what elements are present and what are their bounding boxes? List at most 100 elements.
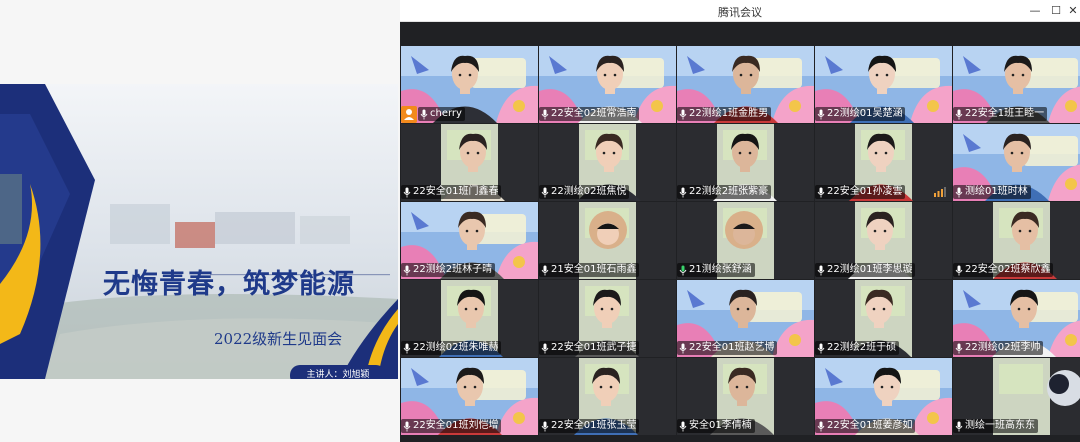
microphone-icon: [403, 187, 411, 197]
participant-tile[interactable]: 22安全01班赵艺博: [677, 280, 814, 357]
microphone-icon: [955, 421, 963, 431]
microphone-icon: [679, 343, 687, 353]
microphone-icon: [817, 421, 825, 431]
participant-tile[interactable]: 22安全01班武子捷: [539, 280, 676, 357]
participant-name-bar: 22安全01班武子捷: [539, 341, 640, 355]
participant-name: 22安全01孙凌雲: [827, 186, 903, 197]
participant-name-bar: cherry: [418, 107, 465, 121]
slide-subtitle: 2022级新生见面会: [214, 330, 343, 348]
microphone-icon: [955, 109, 963, 119]
microphone-icon: [403, 265, 411, 275]
participant-name-bar: 22安全01孙凌雲: [815, 185, 906, 199]
participant-name-bar: 22安全01班赵艺博: [677, 341, 778, 355]
participant-tile[interactable]: 22安全01班张玉莹: [539, 358, 676, 435]
participant-name: 22测绘02班李帅: [965, 342, 1041, 353]
participant-name: cherry: [430, 108, 462, 119]
speaker-label: 主讲人：刘旭颖: [290, 365, 386, 379]
participant-name: 21测绘张舒涵: [689, 264, 752, 275]
microphone-icon: [679, 187, 687, 197]
microphone-icon: [817, 109, 825, 119]
participant-name-bar: 22安全02班常浩南: [539, 107, 640, 121]
participant-name: 安全01李倩楠: [689, 420, 752, 431]
participant-tile[interactable]: 22测绘01吴楚涵: [815, 46, 952, 123]
presentation-slide: 无悔青春，筑梦能源 2022级新生见面会 主讲人：刘旭颖: [0, 84, 398, 379]
minimize-button[interactable]: —: [1026, 2, 1044, 20]
participant-tile[interactable]: 22安全01班刘恺增: [401, 358, 538, 435]
meeting-window: 腾讯会议 — ☐ ✕ cherry 22安全02班常浩南 22测绘1班金胜男 22测绘…: [400, 0, 1080, 442]
participant-name: 22测绘2班于硕: [827, 342, 897, 353]
participant-tile[interactable]: 22测绘02班李帅: [953, 280, 1080, 357]
participant-name: 22安全01班门鑫春: [413, 186, 499, 197]
participant-tile[interactable]: 21安全01班石雨鑫: [539, 202, 676, 279]
participant-name-bar: 22安全1班王睦一: [953, 107, 1048, 121]
participant-name-bar: 22测绘2班林子晴: [401, 263, 496, 277]
microphone-icon: [403, 421, 411, 431]
participant-tile[interactable]: 测绘01班时林: [953, 124, 1080, 201]
participant-name-bar: 安全01李倩楠: [677, 419, 755, 433]
participant-name: 22安全01班姜彦如: [827, 420, 913, 431]
participant-name-bar: 22测绘02班朱唯赫: [401, 341, 502, 355]
participant-name: 22测绘02班朱唯赫: [413, 342, 499, 353]
participant-tile[interactable]: 22测绘2班张紫豪: [677, 124, 814, 201]
participant-name-bar: 22安全01班刘恺增: [401, 419, 502, 433]
microphone-icon: [541, 343, 549, 353]
participant-tile[interactable]: 22安全01班姜彦如: [815, 358, 952, 435]
participant-name-bar: 22测绘02班焦悦: [539, 185, 630, 199]
participant-tile[interactable]: 22安全01班门鑫春: [401, 124, 538, 201]
network-signal-icon: [934, 187, 946, 197]
participant-name: 22测绘2班张紫豪: [689, 186, 769, 197]
participant-tile[interactable]: 22测绘2班林子晴: [401, 202, 538, 279]
participant-name-bar: 测绘一班高东东: [953, 419, 1038, 433]
window-title: 腾讯会议: [718, 6, 762, 19]
participant-tile[interactable]: cherry: [401, 46, 538, 123]
microphone-icon: [541, 421, 549, 431]
participant-video-grid: cherry 22安全02班常浩南 22测绘1班金胜男 22测绘01吴楚涵 22安全1班…: [400, 46, 1080, 436]
participant-name-bar: 21安全01班石雨鑫: [539, 263, 640, 277]
maximize-button[interactable]: ☐: [1047, 2, 1065, 20]
participant-name-bar: 22安全01班姜彦如: [815, 419, 916, 433]
participant-name-bar: 22测绘01吴楚涵: [815, 107, 906, 121]
microphone-icon: [403, 343, 411, 353]
microphone-icon: [955, 343, 963, 353]
slide-title: 无悔青春，筑梦能源: [103, 269, 355, 300]
participant-tile[interactable]: 22测绘02班焦悦: [539, 124, 676, 201]
microphone-icon: [955, 265, 963, 275]
participant-name-bar: 22安全01班张玉莹: [539, 419, 640, 433]
participant-tile[interactable]: 测绘一班高东东: [953, 358, 1080, 435]
microphone-icon: [955, 187, 963, 197]
participant-tile[interactable]: 22安全1班王睦一: [953, 46, 1080, 123]
participant-name: 22安全01班张玉莹: [551, 420, 637, 431]
participant-name-bar: 22测绘02班李帅: [953, 341, 1044, 355]
participant-name: 22安全01班赵艺博: [689, 342, 775, 353]
microphone-icon: [817, 265, 825, 275]
participant-tile[interactable]: 22安全01孙凌雲: [815, 124, 952, 201]
participant-name: 22测绘1班金胜男: [689, 108, 769, 119]
participant-name: 22测绘01吴楚涵: [827, 108, 903, 119]
participant-tile[interactable]: 安全01李倩楠: [677, 358, 814, 435]
participant-tile[interactable]: 22测绘01班李思璇: [815, 202, 952, 279]
close-button[interactable]: ✕: [1064, 2, 1080, 20]
participant-tile[interactable]: 21测绘张舒涵: [677, 202, 814, 279]
participant-tile[interactable]: 22安全02班蔡欣鑫: [953, 202, 1080, 279]
participant-name-bar: 22安全01班门鑫春: [401, 185, 502, 199]
host-badge-icon: [401, 106, 417, 123]
participant-name: 22测绘2班林子晴: [413, 264, 493, 275]
participant-name-bar: 22测绘01班李思璇: [815, 263, 916, 277]
participant-name: 22安全01班武子捷: [551, 342, 637, 353]
shared-screen-pane: 无悔青春，筑梦能源 2022级新生见面会 主讲人：刘旭颖: [0, 0, 400, 442]
participant-name: 测绘01班时林: [965, 186, 1028, 197]
participant-name: 22安全02班蔡欣鑫: [965, 264, 1051, 275]
window-titlebar[interactable]: 腾讯会议 — ☐ ✕: [400, 0, 1080, 22]
participant-tile[interactable]: 22测绘1班金胜男: [677, 46, 814, 123]
participant-name-bar: 22安全02班蔡欣鑫: [953, 263, 1054, 277]
participant-tile[interactable]: 22测绘02班朱唯赫: [401, 280, 538, 357]
participant-tile[interactable]: 22测绘2班于硕: [815, 280, 952, 357]
participant-name-bar: 测绘01班时林: [953, 185, 1031, 199]
microphone-icon: [541, 109, 549, 119]
participant-name: 22安全02班常浩南: [551, 108, 637, 119]
microphone-icon: [679, 265, 687, 275]
participant-name: 22安全01班刘恺增: [413, 420, 499, 431]
participant-tile[interactable]: 22安全02班常浩南: [539, 46, 676, 123]
microphone-icon: [541, 265, 549, 275]
participant-name: 22测绘02班焦悦: [551, 186, 627, 197]
